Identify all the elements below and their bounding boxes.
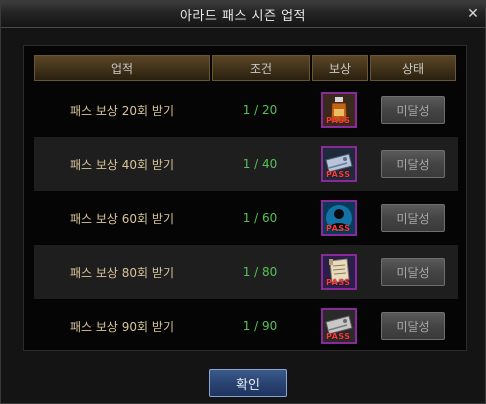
status-cell: 미달성 bbox=[368, 150, 458, 178]
status-button[interactable]: 미달성 bbox=[381, 204, 445, 232]
achievement-name: 패스 보상 60회 받기 bbox=[70, 211, 174, 226]
ticket-icon[interactable]: PASS bbox=[321, 308, 357, 344]
window-title: 아라드 패스 시즌 업적 bbox=[179, 8, 307, 24]
reward-cell: PASS bbox=[310, 92, 368, 128]
reward-cell: PASS bbox=[310, 308, 368, 344]
potion-icon[interactable]: PASS bbox=[321, 92, 357, 128]
pass-tag: PASS bbox=[326, 224, 351, 233]
header-condition: 조건 bbox=[212, 55, 310, 81]
reward-cell: PASS bbox=[310, 254, 368, 290]
achievement-progress: 1 / 60 bbox=[242, 211, 278, 225]
achievement-progress: 1 / 40 bbox=[242, 157, 278, 171]
table-body: 패스 보상 20회 받기 1 / 20 PASS 미달성 패스 보상 40회 받… bbox=[34, 83, 458, 353]
achievement-table: 업적 조건 보상 상태 패스 보상 20회 받기 1 / 20 PASS 미달성… bbox=[23, 45, 467, 351]
scroll-icon[interactable]: PASS bbox=[321, 254, 357, 290]
table-row: 패스 보상 60회 받기 1 / 60 PASS 미달성 bbox=[34, 191, 458, 245]
close-icon[interactable]: ✕ bbox=[465, 6, 481, 22]
pass-tag: PASS bbox=[326, 332, 351, 341]
achievement-name: 패스 보상 40회 받기 bbox=[70, 157, 174, 172]
achievement-name: 패스 보상 20회 받기 bbox=[70, 103, 174, 118]
status-cell: 미달성 bbox=[368, 258, 458, 286]
table-row: 패스 보상 80회 받기 1 / 80 PASS 미달성 bbox=[34, 245, 458, 299]
pass-tag: PASS bbox=[326, 116, 351, 125]
ticket-icon[interactable]: PASS bbox=[321, 146, 357, 182]
status-button[interactable]: 미달성 bbox=[381, 258, 445, 286]
header-reward: 보상 bbox=[312, 55, 368, 81]
achievement-progress: 1 / 90 bbox=[242, 319, 278, 333]
header-name: 업적 bbox=[34, 55, 210, 81]
pass-tag: PASS bbox=[326, 170, 351, 179]
title-bar[interactable]: 아라드 패스 시즌 업적 ✕ bbox=[1, 1, 485, 28]
status-button[interactable]: 미달성 bbox=[381, 312, 445, 340]
confirm-button[interactable]: 확인 bbox=[209, 369, 287, 397]
achievement-window: 아라드 패스 시즌 업적 ✕ 업적 조건 보상 상태 패스 보상 20회 받기 … bbox=[0, 0, 486, 404]
status-button[interactable]: 미달성 bbox=[381, 150, 445, 178]
status-cell: 미달성 bbox=[368, 312, 458, 340]
reward-cell: PASS bbox=[310, 200, 368, 236]
reward-cell: PASS bbox=[310, 146, 368, 182]
achievement-progress: 1 / 20 bbox=[242, 103, 278, 117]
achievement-progress: 1 / 80 bbox=[242, 265, 278, 279]
table-row: 패스 보상 40회 받기 1 / 40 PASS 미달성 bbox=[34, 137, 458, 191]
status-cell: 미달성 bbox=[368, 96, 458, 124]
status-button[interactable]: 미달성 bbox=[381, 96, 445, 124]
table-row: 패스 보상 20회 받기 1 / 20 PASS 미달성 bbox=[34, 83, 458, 137]
table-row: 패스 보상 90회 받기 1 / 90 PASS 미달성 bbox=[34, 299, 458, 353]
achievement-name: 패스 보상 90회 받기 bbox=[70, 319, 174, 334]
pass-tag: PASS bbox=[326, 278, 351, 287]
avatar-silhouette-icon[interactable]: PASS bbox=[321, 200, 357, 236]
header-status: 상태 bbox=[370, 55, 456, 81]
achievement-name: 패스 보상 80회 받기 bbox=[70, 265, 174, 280]
status-cell: 미달성 bbox=[368, 204, 458, 232]
table-header: 업적 조건 보상 상태 bbox=[34, 55, 458, 81]
